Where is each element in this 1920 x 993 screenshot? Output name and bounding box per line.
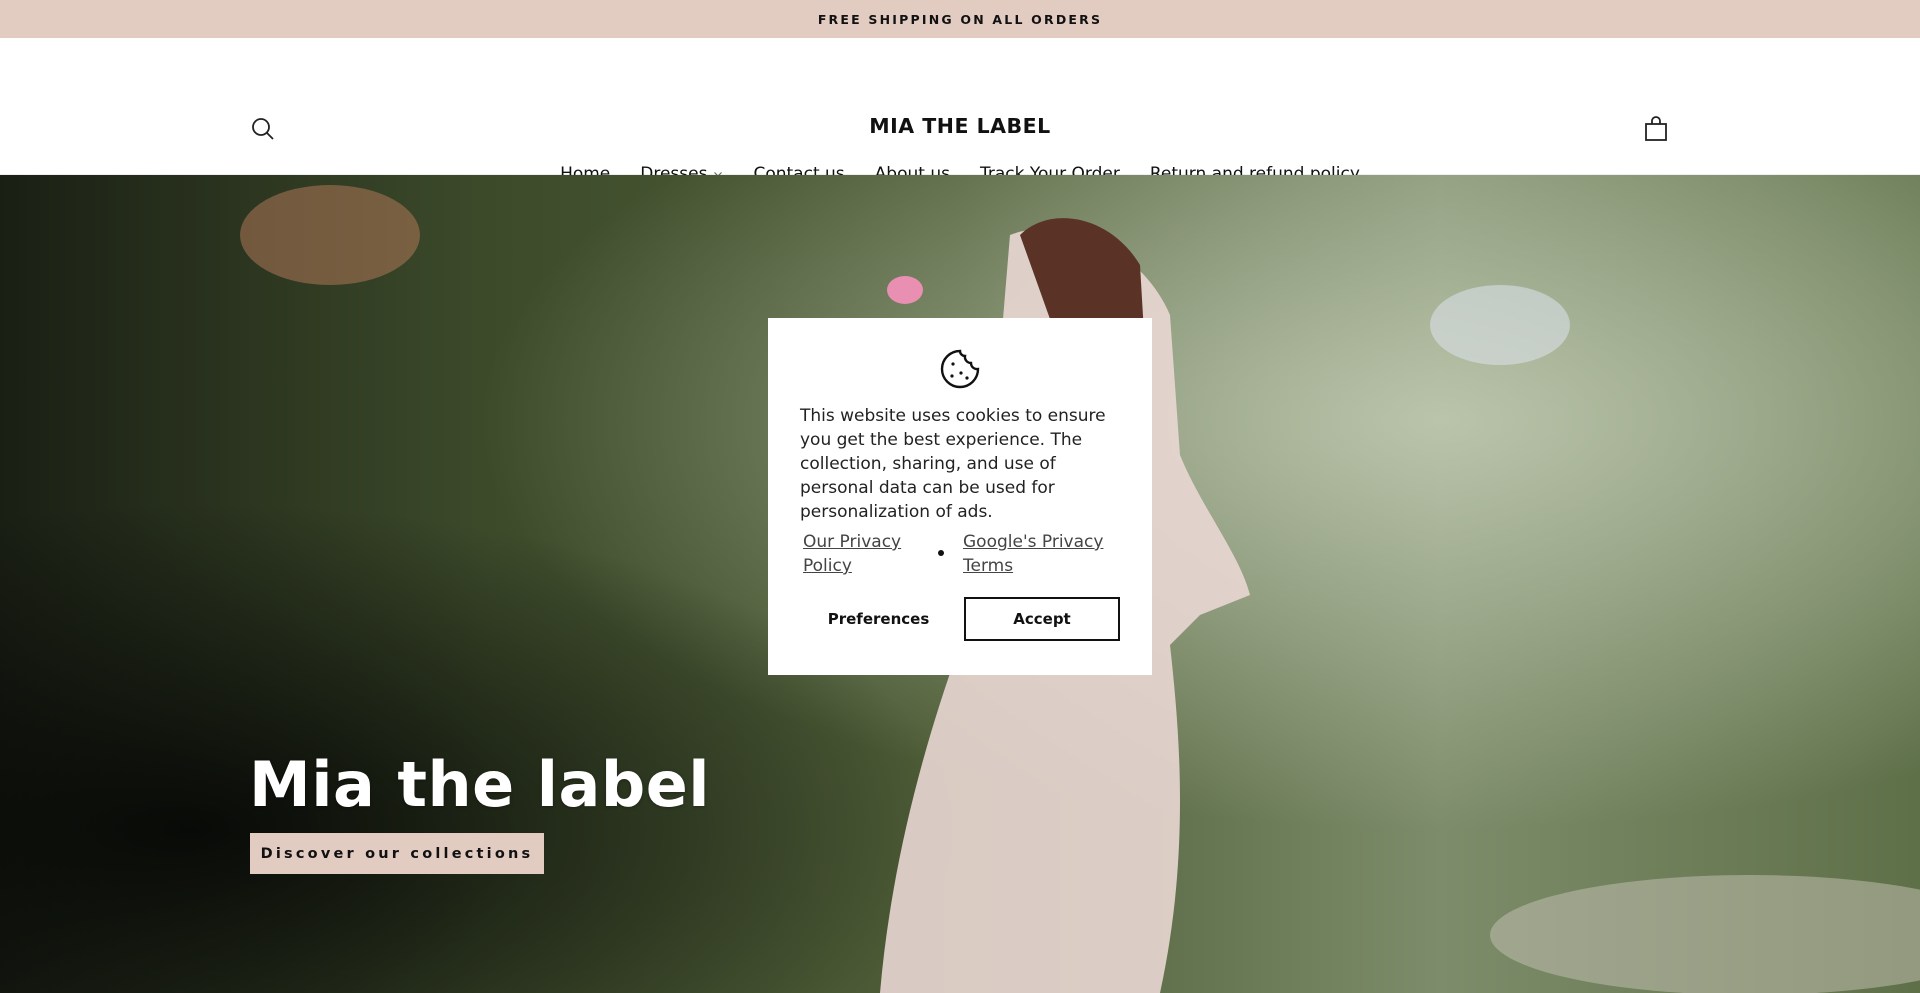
site-logo[interactable]: MIA THE LABEL [0,114,1920,138]
announcement-bar: FREE SHIPPING ON ALL ORDERS [0,0,1920,38]
discover-collections-button[interactable]: Discover our collections [250,833,544,874]
bag-icon [1645,116,1667,141]
announcement-text: FREE SHIPPING ON ALL ORDERS [817,11,1103,27]
privacy-policy-link[interactable]: Our Privacy Policy [803,530,933,578]
cookie-consent-dialog: This website uses cookies to ensure you … [768,318,1152,675]
google-privacy-link[interactable]: Google's Privacy Terms [963,530,1113,578]
cookie-icon [940,349,980,389]
cart-button[interactable] [1643,116,1669,142]
cookie-links: Our Privacy Policy Google's Privacy Term… [803,530,1123,578]
cookie-message: This website uses cookies to ensure you … [800,406,1106,522]
hero-title: Mia the label [249,748,711,821]
site-header: MIA THE LABEL Home Dresses Contact us Ab… [0,38,1920,184]
preferences-button[interactable]: Preferences [800,597,957,641]
accept-button[interactable]: Accept [964,597,1120,641]
separator-dot [938,550,944,556]
